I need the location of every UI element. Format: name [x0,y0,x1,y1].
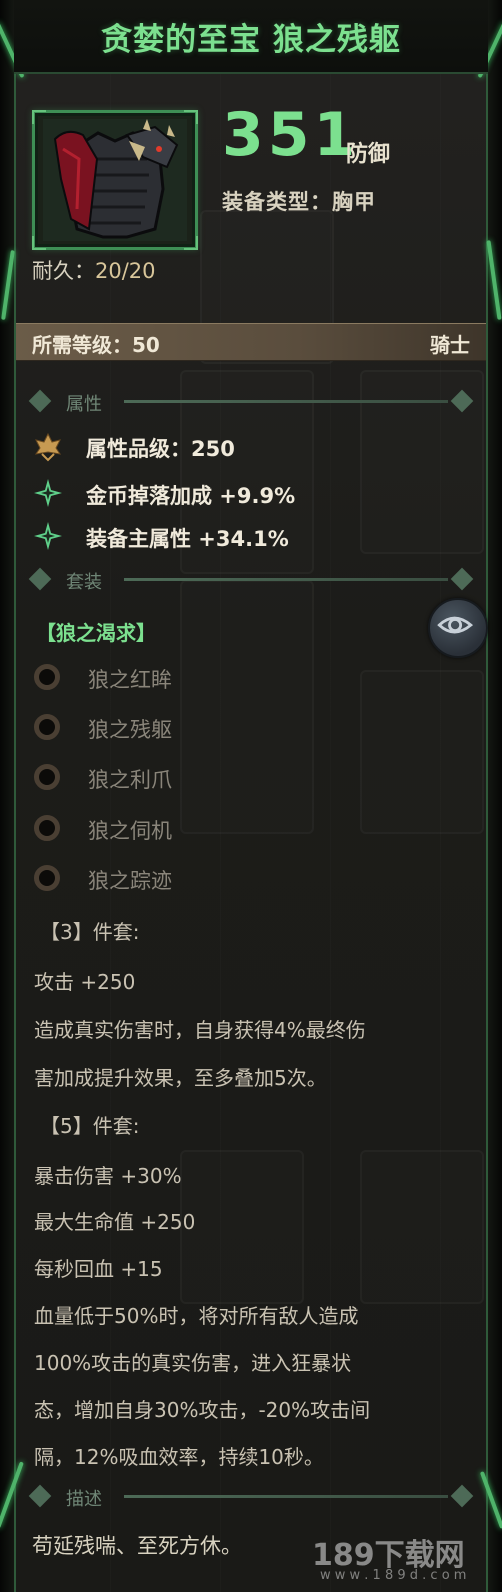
set-piece-name: 狼之残躯 [88,718,172,742]
bonus-5-line: 暴击伤害 +30% [34,1164,182,1188]
set-piece-name: 狼之踪迹 [88,869,172,893]
durability: 耐久：20/20 [32,255,156,285]
bonus-3-heading: 【3】件套: [40,920,140,944]
section-header-description: 描述 [28,1484,474,1510]
description-text: 苟延残喘、至死方休。 [32,1534,242,1558]
set-name: 【狼之渴求】 [36,621,156,645]
item-title: 贪婪的至宝 狼之残躯 [101,22,401,58]
green-sparkle-icon [34,479,62,507]
divider [124,400,448,403]
diamond-icon [450,567,474,591]
defense-value: 351 [222,100,360,170]
set-piece-name: 狼之红眸 [88,668,172,692]
section-header-set: 套装 [28,567,474,593]
background-card [180,580,314,834]
frame-left-edge [0,0,16,1592]
section-label: 属性 [66,394,102,415]
attribute-text: 金币掉落加成 +9.9% [86,484,296,508]
diamond-icon [450,389,474,413]
set-piece-indicator-icon [34,714,60,740]
durability-label: 耐久： [32,259,95,283]
background-card [360,1150,484,1304]
quality-crest-icon [34,432,62,462]
set-piece-indicator-icon [34,664,60,690]
attribute-text: 属性品级：250 [86,437,235,461]
bonus-5-heading: 【5】件套: [40,1114,140,1138]
item-icon-frame [32,110,198,250]
required-level: 所需等级：50 [32,333,160,357]
bonus-3-line: 造成真实伤害时，自身获得4%最终伤 [34,1018,366,1042]
divider [124,1495,448,1498]
bonus-5-line: 每秒回血 +15 [34,1257,163,1281]
background-card [360,670,484,834]
watermark-sub: w w w . 1 8 9 d . c o m [320,1568,467,1583]
bonus-5-line: 最大生命值 +250 [34,1210,196,1234]
requirement-bar: 所需等级：50 骑士 [16,323,486,361]
diamond-icon [28,389,52,413]
bonus-3-line: 攻击 +250 [34,970,136,994]
diamond-icon [28,567,52,591]
set-piece-indicator-icon [34,815,60,841]
durability-value: 20/20 [95,259,156,283]
set-piece-name: 狼之利爪 [88,768,172,792]
wolf-chest-armor-icon [43,119,187,241]
required-class: 骑士 [430,333,470,357]
frame-right-edge [486,0,502,1592]
watermark: 189下载网 w w w . 1 8 9 d . c o m [312,1530,466,1583]
green-sparkle-icon [34,522,62,550]
section-label: 套装 [66,572,102,593]
bonus-5-line: 隔，12%吸血效率，持续10秒。 [34,1445,324,1469]
item-tooltip-panel: 贪婪的至宝 狼之残躯 351 防御 装备类型：胸甲 耐久：20/20 所需等级：… [0,0,502,1592]
diamond-icon [450,1484,474,1508]
section-label: 描述 [66,1489,102,1510]
set-piece-indicator-icon [34,764,60,790]
equip-type: 装备类型：胸甲 [222,190,376,214]
set-piece-indicator-icon [34,865,60,891]
bonus-5-line: 态，增加自身30%攻击，-20%攻击间 [34,1398,371,1422]
bonus-5-line: 血量低于50%时，将对所有敌人造成 [34,1304,359,1328]
eye-icon [437,616,474,634]
divider [124,578,448,581]
attribute-text: 装备主属性 +34.1% [86,527,289,551]
diamond-icon [28,1484,52,1508]
bonus-5-line: 100%攻击的真实伤害，进入狂暴状 [34,1351,352,1375]
background-card [180,1150,304,1304]
defense-label: 防御 [346,142,391,167]
section-header-attributes: 属性 [28,389,474,415]
eye-button[interactable] [428,598,488,658]
title-bar: 贪婪的至宝 狼之残躯 [14,0,488,74]
set-piece-name: 狼之伺机 [88,819,172,843]
bonus-3-line: 害加成提升效果，至多叠加5次。 [34,1066,327,1090]
